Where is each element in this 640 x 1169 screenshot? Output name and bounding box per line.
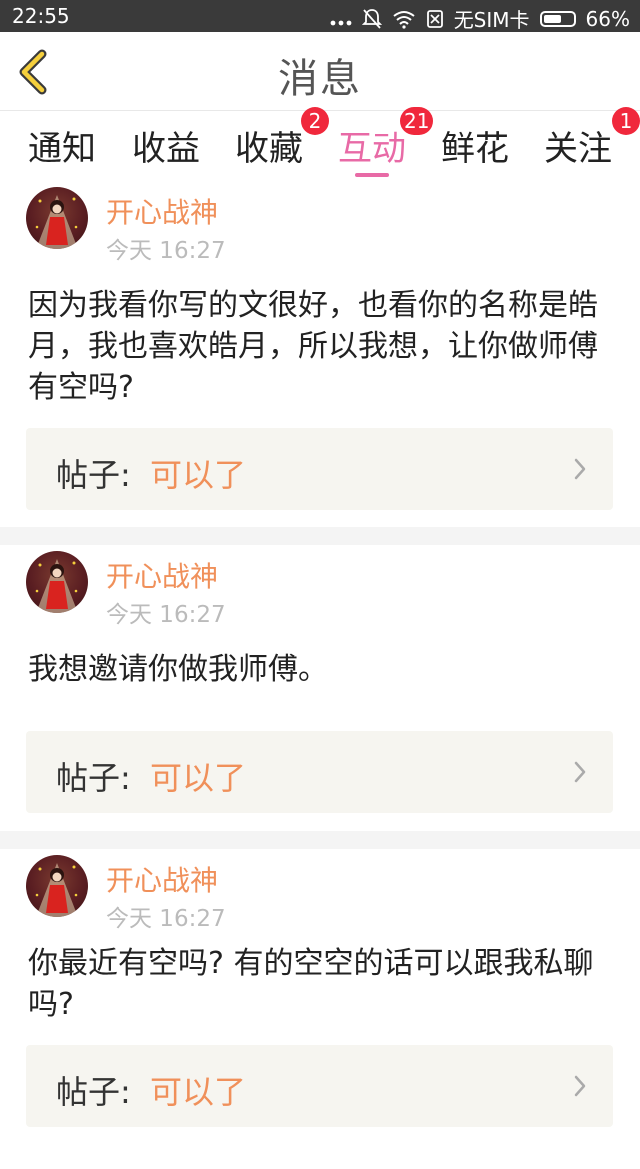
avatar[interactable] [26,855,88,917]
tab-interactions[interactable]: 互动 21 [320,107,434,181]
message-text: 你最近有空吗? 有的空空的话可以跟我私聊吗? [28,946,594,1022]
tab-favorites[interactable]: 收藏 2 [217,107,329,181]
status-time: 22:55 [12,4,70,28]
tab-label: 关注 [544,129,612,169]
message-card: 开心战神 今天 16:27 你最近有空吗? 有的空空的话可以跟我私聊吗? 帖子:… [0,849,640,1169]
user-avatar-icon [35,559,78,613]
timestamp: 今天 16:27 [106,238,226,264]
tab-flowers[interactable]: 鲜花 [423,121,527,181]
username[interactable]: 开心战神 [106,555,218,595]
more-dots-icon [330,20,352,25]
message-card: 开心战神 今天 16:27 因为我看你写的文很好，也看你的名称是皓月，我也喜欢皓… [0,181,640,527]
chevron-right-icon [574,761,586,783]
tab-label: 收益 [132,129,200,169]
active-tab-indicator [355,173,389,177]
post-prefix: 帖子: [56,456,131,494]
tab-label: 互动 [338,129,406,169]
status-bar: 22:55 无SIM卡 66% [0,0,640,32]
no-sim-icon [426,9,443,28]
user-avatar-icon [35,195,78,249]
mute-bell-icon [361,8,382,29]
message-feed: 开心战神 今天 16:27 因为我看你写的文很好，也看你的名称是皓月，我也喜欢皓… [0,181,640,1169]
status-icons: 无SIM卡 66% [330,4,630,33]
wifi-icon [393,10,415,29]
card-divider [0,527,640,545]
tab-label: 鲜花 [441,129,509,169]
avatar[interactable] [26,551,88,613]
post-title: 可以了 [150,1073,247,1111]
post-link[interactable]: 帖子: 可以了 [26,731,613,813]
card-divider [0,831,640,849]
post-prefix: 帖子: [56,1073,131,1111]
timestamp: 今天 16:27 [106,906,226,932]
post-link[interactable]: 帖子: 可以了 [26,1045,613,1127]
page-title: 消息 [278,56,362,102]
message-text: 我想邀请你做我师傅。 [28,652,328,687]
message-card: 开心战神 今天 16:27 我想邀请你做我师傅。 帖子: 可以了 [0,545,640,831]
username[interactable]: 开心战神 [106,191,218,231]
post-title: 可以了 [150,456,247,494]
battery-level [543,14,561,23]
unread-badge: 1 [612,107,640,135]
timestamp: 今天 16:27 [106,602,226,628]
post-title: 可以了 [150,759,247,797]
tab-bar: 通知 收益 收藏 2 互动 21 鲜花 关注 1 [0,107,640,181]
username[interactable]: 开心战神 [106,859,218,899]
chevron-right-icon [574,1075,586,1097]
post-prefix: 帖子: [56,759,131,797]
chevron-right-icon [574,458,586,480]
carrier-text: 无SIM卡 [453,8,530,32]
avatar[interactable] [26,187,88,249]
tab-following[interactable]: 关注 1 [526,107,640,181]
tab-earnings[interactable]: 收益 [114,121,218,181]
app-header: 消息 [0,32,640,111]
tab-label: 收藏 [235,129,303,169]
tab-notifications[interactable]: 通知 [10,121,114,181]
battery-percent: 66% [585,6,630,31]
post-link[interactable]: 帖子: 可以了 [26,428,613,510]
user-avatar-icon [35,863,78,917]
message-text: 因为我看你写的文很好，也看你的名称是皓月，我也喜欢皓月，所以我想，让你做师傅有空… [28,288,598,405]
tab-label: 通知 [28,129,96,169]
battery-icon [539,10,576,27]
